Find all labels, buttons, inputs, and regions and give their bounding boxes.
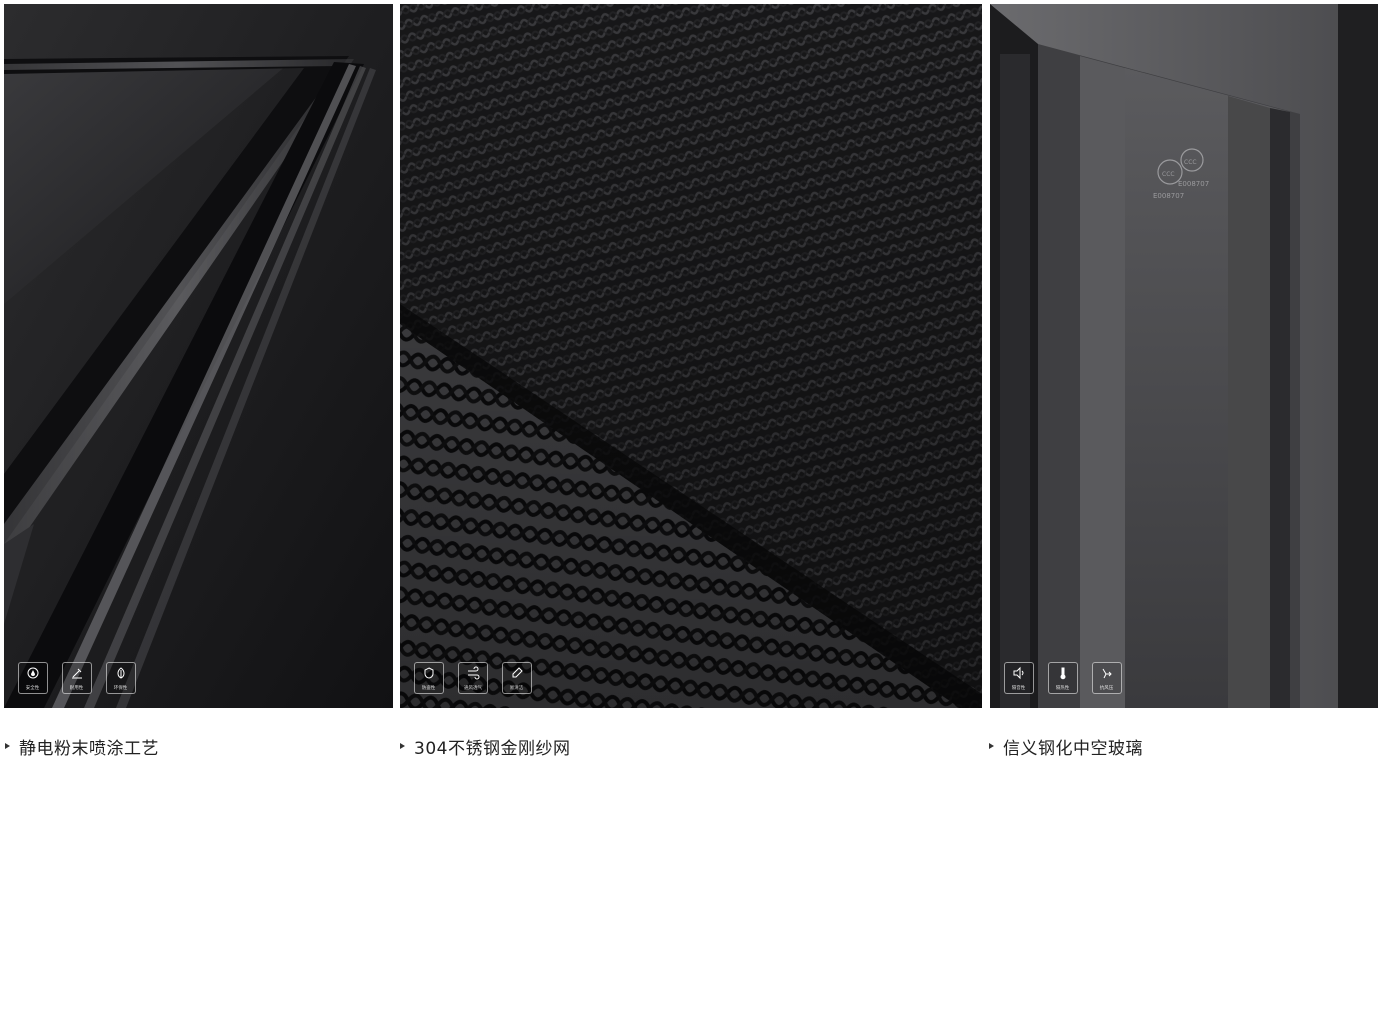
- speaker-icon: [1013, 666, 1024, 680]
- ccc-text: CCC: [1184, 159, 1197, 166]
- caption-tempered-glass: 信义钢化中空玻璃: [989, 736, 1143, 759]
- badge-label: 易清洁: [510, 685, 524, 691]
- badge-durability: 耐用性: [62, 662, 92, 694]
- window-frame-corner-photo: [4, 4, 393, 708]
- caption-arrow-icon: [989, 743, 994, 749]
- wind-pressure-icon: [1102, 668, 1112, 679]
- badge-sound-insulation: 隔音性: [1004, 662, 1034, 694]
- caption-text: 静电粉末喷涂工艺: [19, 738, 159, 759]
- tool-icon: [72, 668, 82, 679]
- badge-label: 耐用性: [70, 685, 84, 691]
- badge-heat-insulation: 隔热性: [1048, 662, 1078, 694]
- badge-label: 抗风压: [1100, 685, 1114, 691]
- badge-label: 防盗性: [422, 685, 436, 691]
- mesh-closeup-photo: [400, 4, 982, 708]
- caption-arrow-icon: [400, 743, 405, 749]
- glass-code-text: E008707: [1178, 180, 1209, 188]
- badge-safety: 安全性: [18, 662, 48, 694]
- glass-window-photo: CCC CCC E008707 E008707: [990, 4, 1378, 708]
- leaf-icon: [117, 667, 125, 679]
- wind-icon: [468, 666, 480, 680]
- badge-label: 隔热性: [1056, 685, 1070, 691]
- badge-easy-clean: 易清洁: [502, 662, 532, 694]
- thermometer-icon: [1060, 667, 1066, 680]
- badge-label: 隔音性: [1012, 685, 1026, 691]
- caption-arrow-icon: [5, 743, 10, 749]
- glass-code-text: E008707: [1153, 192, 1184, 200]
- badge-anti-theft: 防盗性: [414, 662, 444, 694]
- shield-icon: [424, 667, 434, 679]
- feature-badges: 防盗性 通风透气 易清洁: [414, 662, 532, 694]
- caption-steel-mesh: 304不锈钢金刚纱网: [400, 736, 571, 759]
- badge-label: 安全性: [26, 685, 40, 691]
- feature-badges: 隔音性 隔热性 抗风压: [1004, 662, 1122, 694]
- droplet-icon: [27, 667, 39, 679]
- brush-icon: [512, 667, 523, 678]
- badge-label: 通风透气: [463, 685, 482, 691]
- feature-badges: 安全性 耐用性 环保性: [18, 662, 136, 694]
- caption-powder-coating: 静电粉末喷涂工艺: [5, 736, 159, 759]
- badge-ventilation: 通风透气: [458, 662, 488, 694]
- badge-label: 环保性: [114, 685, 128, 691]
- steel-mesh-image: 防盗性 通风透气 易清洁: [400, 4, 982, 708]
- badge-eco: 环保性: [106, 662, 136, 694]
- powder-coating-image: 安全性 耐用性 环保性: [4, 4, 393, 708]
- ccc-text: CCC: [1162, 171, 1175, 178]
- caption-text: 信义钢化中空玻璃: [1003, 738, 1143, 759]
- caption-text: 304不锈钢金刚纱网: [414, 738, 571, 759]
- tempered-glass-image: CCC CCC E008707 E008707 隔音性 隔热性 抗风压: [990, 4, 1378, 708]
- badge-wind-resistance: 抗风压: [1092, 662, 1122, 694]
